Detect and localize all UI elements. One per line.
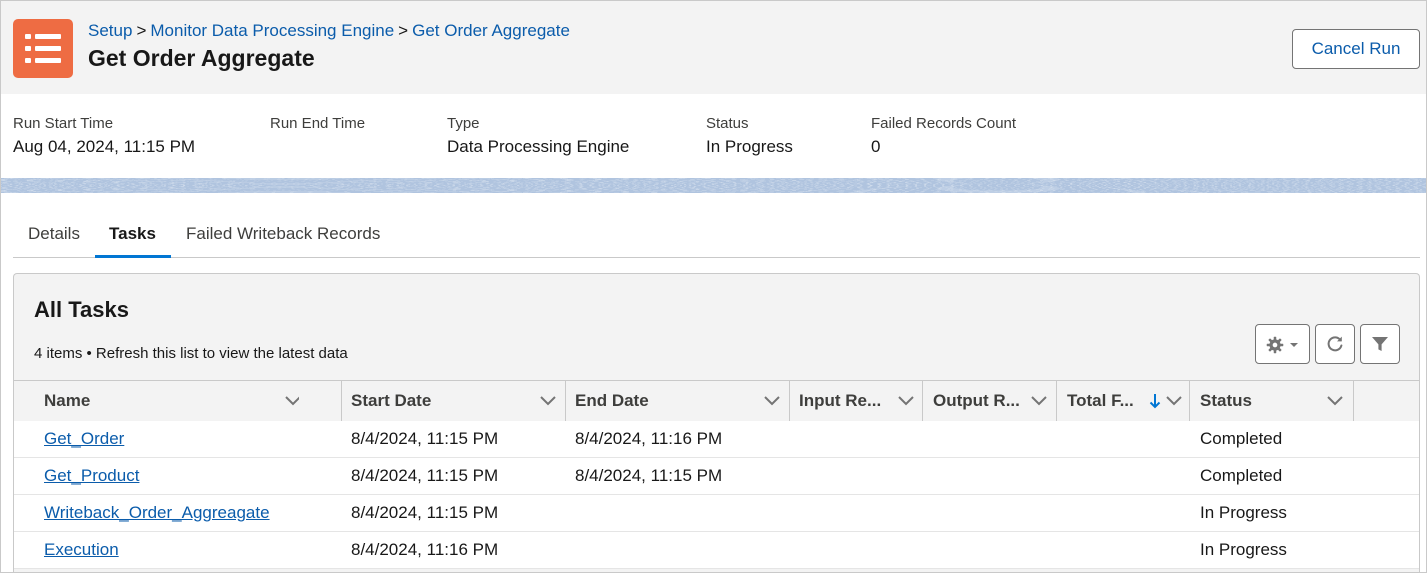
breadcrumb-setup[interactable]: Setup: [88, 21, 132, 40]
column-divider: [789, 381, 790, 421]
field-label: Status: [706, 115, 749, 132]
column-header-status[interactable]: Status: [1200, 381, 1355, 421]
highlights-panel: Run Start Time Aug 04, 2024, 11:15 PM Ru…: [1, 94, 1426, 178]
field-label: Run End Time: [270, 115, 366, 132]
end-date-cell: 8/4/2024, 11:16 PM: [575, 429, 723, 448]
end-date-cell: 8/4/2024, 11:15 PM: [575, 466, 723, 485]
gear-icon: [1266, 336, 1284, 354]
tab-details[interactable]: Details: [28, 223, 80, 245]
column-header-label: Output R...: [933, 391, 1020, 410]
column-divider: [1056, 381, 1057, 421]
status-cell: In Progress: [1200, 540, 1287, 559]
start-date-cell: 8/4/2024, 11:15 PM: [351, 503, 499, 522]
field-value: Aug 04, 2024, 11:15 PM: [13, 137, 196, 156]
breadcrumb-separator: >: [136, 21, 147, 40]
tab-failed-writeback-records[interactable]: Failed Writeback Records: [186, 223, 380, 245]
chevron-down-icon: [1327, 396, 1343, 406]
list-meta: 4 items • Refresh this list to view the …: [34, 345, 348, 362]
table-row: Writeback_Order_Aggreagate 8/4/2024, 11:…: [14, 495, 1419, 532]
field-label: Type: [447, 115, 480, 132]
type-field: Type Data Processing Engine: [447, 114, 629, 158]
column-header-end-date[interactable]: End Date: [575, 381, 793, 421]
column-divider: [341, 381, 342, 421]
column-header-label: Start Date: [351, 391, 432, 410]
column-divider: [565, 381, 566, 421]
record-page: Setup > Monitor Data Processing Engine > Get…: [0, 0, 1427, 573]
list-icon: [13, 19, 73, 78]
start-date-cell: 8/4/2024, 11:15 PM: [351, 466, 499, 485]
column-header-output-records[interactable]: Output R...: [933, 381, 1061, 421]
list-settings-button[interactable]: [1255, 324, 1310, 364]
breadcrumb: Setup > Monitor Data Processing Engine > Get…: [88, 21, 570, 41]
page-header: Setup > Monitor Data Processing Engine > Get…: [1, 1, 1426, 94]
column-divider: [922, 381, 923, 421]
field-label: Run Start Time: [13, 115, 114, 132]
run-end-time-field: Run End Time: [270, 114, 365, 136]
chevron-down-icon: [764, 396, 780, 406]
tab-divider: [13, 257, 1420, 258]
start-date-cell: 8/4/2024, 11:16 PM: [351, 540, 499, 559]
refresh-icon: [1327, 336, 1343, 352]
breadcrumb-get-order-aggregate[interactable]: Get Order Aggregate: [412, 21, 570, 40]
page-title: Get Order Aggregate: [88, 45, 315, 71]
tab-bar: Details Tasks Failed Writeback Records: [13, 193, 1420, 259]
task-name-link[interactable]: Writeback_Order_Aggreagate: [44, 495, 270, 531]
column-divider: [1353, 381, 1354, 421]
chevron-down-icon: [285, 396, 299, 406]
filter-button[interactable]: [1360, 324, 1400, 364]
task-name-link[interactable]: Execution: [44, 532, 119, 568]
chevron-down-icon: [898, 396, 914, 406]
table-header: Name Start Date End Date Input Re... Out…: [14, 380, 1419, 422]
cancel-run-button[interactable]: Cancel Run: [1292, 29, 1420, 69]
table-row: Execution 8/4/2024, 11:16 PM In Progress: [14, 532, 1419, 569]
column-header-label: End Date: [575, 391, 649, 410]
breadcrumb-separator: >: [398, 21, 409, 40]
chevron-down-icon: [1031, 396, 1047, 406]
column-header-label: Total F...: [1067, 391, 1134, 410]
sort-descending-icon: [1149, 394, 1161, 409]
decorative-wave-band: [1, 178, 1426, 193]
task-name-link[interactable]: Get_Order: [44, 421, 124, 457]
caret-down-icon: [1290, 343, 1298, 347]
tab-tasks[interactable]: Tasks: [109, 223, 156, 245]
column-header-input-records[interactable]: Input Re...: [799, 381, 927, 421]
active-tab-indicator: [95, 255, 171, 258]
column-header-total-failed[interactable]: Total F...: [1067, 381, 1192, 421]
column-header-label: Status: [1200, 391, 1252, 410]
field-value: Data Processing Engine: [447, 137, 630, 156]
breadcrumb-monitor-dpe[interactable]: Monitor Data Processing Engine: [150, 21, 394, 40]
run-start-time-field: Run Start Time Aug 04, 2024, 11:15 PM: [13, 114, 195, 158]
column-divider: [1189, 381, 1190, 421]
list-title: All Tasks: [34, 297, 129, 322]
chevron-down-icon: [1166, 396, 1182, 406]
status-cell: In Progress: [1200, 503, 1287, 522]
field-value: In Progress: [706, 137, 793, 156]
field-value: 0: [871, 137, 881, 156]
filter-icon: [1372, 337, 1388, 351]
refresh-button[interactable]: [1315, 324, 1355, 364]
task-name-link[interactable]: Get_Product: [44, 458, 139, 494]
related-list-card: All Tasks 4 items • Refresh this list to…: [13, 273, 1420, 572]
status-field: Status In Progress: [706, 114, 793, 158]
status-cell: Completed: [1200, 429, 1283, 448]
chevron-down-icon: [540, 396, 556, 406]
field-label: Failed Records Count: [871, 115, 1017, 132]
status-cell: Completed: [1200, 466, 1283, 485]
failed-records-count-field: Failed Records Count 0: [871, 114, 1016, 158]
column-header-label: Name: [44, 391, 91, 410]
column-header-start-date[interactable]: Start Date: [351, 381, 569, 421]
table-row: Get_Product 8/4/2024, 11:15 PM 8/4/2024,…: [14, 458, 1419, 495]
column-header-label: Input Re...: [799, 391, 882, 410]
start-date-cell: 8/4/2024, 11:15 PM: [351, 429, 499, 448]
table-row: Get_Order 8/4/2024, 11:15 PM 8/4/2024, 1…: [14, 421, 1419, 458]
column-header-name[interactable]: Name: [44, 381, 299, 421]
